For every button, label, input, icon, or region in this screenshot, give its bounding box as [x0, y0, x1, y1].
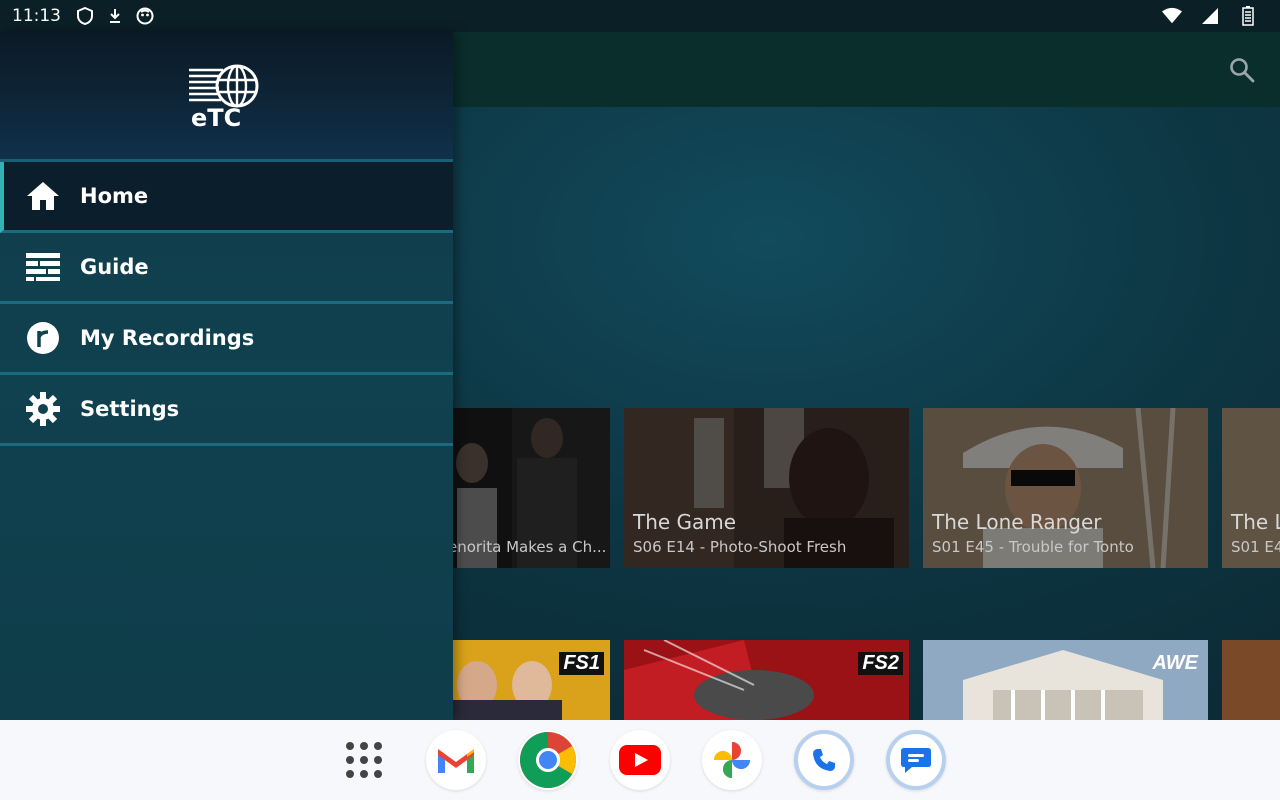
gear-icon — [26, 392, 60, 426]
search-button[interactable] — [1226, 54, 1258, 86]
thumbnail — [1222, 640, 1280, 720]
menu-item-settings[interactable]: Settings — [0, 375, 453, 446]
channel-card[interactable]: FS1 — [452, 640, 610, 720]
youtube-app[interactable] — [610, 730, 670, 790]
messages-app[interactable] — [886, 730, 946, 790]
wifi-icon — [1162, 6, 1182, 26]
channel-logo: FS2 — [858, 652, 903, 675]
channel-logo: FS1 — [559, 652, 604, 675]
drawer-header: eTC — [0, 32, 453, 162]
shield-icon — [75, 6, 95, 26]
menu-item-label: My Recordings — [80, 326, 255, 350]
phone-app[interactable] — [794, 730, 854, 790]
recording-subtitle: S01 E45 - Trouble for Tonto — [932, 538, 1134, 556]
logo-text: eTC — [191, 104, 241, 130]
menu-item-label: Home — [80, 184, 149, 208]
recording-subtitle: enorita Makes a Ch... — [452, 538, 607, 556]
recordings-icon — [26, 321, 60, 355]
channel-card[interactable]: FS2 — [624, 640, 909, 720]
recording-card[interactable]: The L S01 E4 — [1222, 408, 1280, 568]
channel-card[interactable]: AWE — [923, 640, 1208, 720]
channels-row: FS1 FS2 AWE — [452, 640, 1280, 720]
gmail-icon — [438, 749, 474, 773]
recording-title: The Lone Ranger — [932, 510, 1102, 534]
photos-icon — [714, 742, 750, 778]
menu-item-label: Guide — [80, 255, 149, 279]
signal-icon — [1200, 6, 1220, 26]
chrome-icon — [520, 732, 576, 788]
recording-card[interactable]: The Game S06 E14 - Photo-Shoot Fresh — [624, 408, 909, 568]
recording-subtitle: S06 E14 - Photo-Shoot Fresh — [633, 538, 847, 556]
channel-logo: AWE — [1152, 652, 1198, 674]
recording-subtitle: S01 E4 — [1231, 538, 1280, 556]
recording-title: The Game — [633, 510, 737, 534]
recording-card[interactable]: enorita Makes a Ch... — [452, 408, 610, 568]
etc-logo: eTC — [188, 64, 258, 130]
menu-item-label: Settings — [80, 397, 180, 421]
gmail-app[interactable] — [426, 730, 486, 790]
chrome-app[interactable] — [518, 730, 578, 790]
search-icon — [1230, 58, 1255, 83]
recording-title: The L — [1231, 510, 1280, 534]
channel-card[interactable] — [1222, 640, 1280, 720]
recordings-row: enorita Makes a Ch... The Game S06 E14 -… — [452, 408, 1280, 568]
download-icon — [105, 6, 125, 26]
menu-item-guide[interactable]: Guide — [0, 233, 453, 304]
app-drawer-button[interactable] — [334, 730, 394, 790]
photos-app[interactable] — [702, 730, 762, 790]
app-dock — [0, 720, 1280, 800]
navigation-drawer: eTC Home Guide My Recordings Settings — [0, 32, 453, 720]
home-icon — [26, 179, 60, 213]
battery-icon — [1238, 6, 1258, 26]
guide-icon — [26, 250, 60, 284]
app-grid-icon — [346, 742, 382, 778]
phone-icon — [813, 749, 835, 771]
menu-item-my-recordings[interactable]: My Recordings — [0, 304, 453, 375]
youtube-icon — [619, 745, 661, 775]
status-bar: 11:13 — [0, 0, 1280, 32]
recording-card[interactable]: The Lone Ranger S01 E45 - Trouble for To… — [923, 408, 1208, 568]
menu-item-home[interactable]: Home — [0, 162, 453, 233]
messages-icon — [901, 748, 931, 773]
status-time: 11:13 — [12, 6, 61, 26]
face-icon — [135, 6, 155, 26]
